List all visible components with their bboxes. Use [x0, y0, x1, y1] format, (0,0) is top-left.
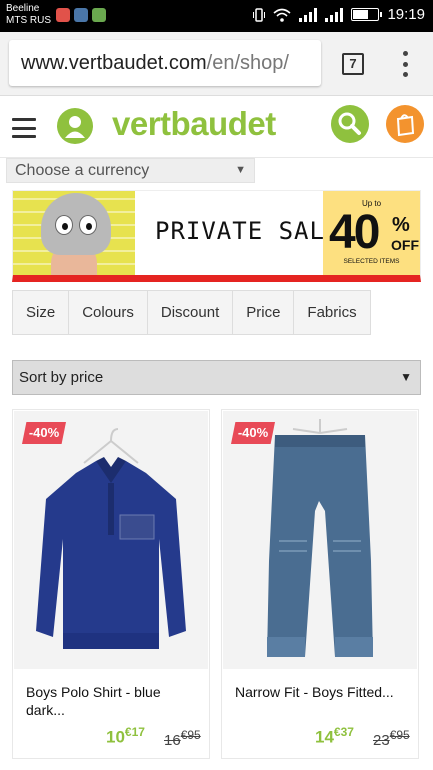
filter-fabrics[interactable]: Fabrics: [294, 291, 369, 334]
discount-badge: -40%: [231, 422, 275, 444]
sort-label: Sort by price: [19, 369, 104, 386]
clock: 19:19: [387, 6, 425, 23]
filter-price[interactable]: Price: [233, 291, 295, 334]
discount-badge: -40%: [22, 422, 66, 444]
promo-value: 40: [329, 206, 380, 259]
banner-photo: [13, 191, 135, 275]
original-price: 23€95: [373, 728, 410, 749]
original-price: 16€95: [164, 728, 201, 749]
carrier-info: Beeline MTS RUS: [6, 3, 51, 27]
battery-icon: [351, 8, 383, 21]
product-card[interactable]: -40% Boys Polo Shirt - blue dark... 10€1…: [12, 409, 210, 759]
wifi-icon: [273, 8, 291, 22]
private-sales-banner[interactable]: PRIVATE SALES Up to 40 % OFF SELECTED IT…: [12, 190, 421, 282]
product-name[interactable]: Boys Polo Shirt - blue dark...: [26, 683, 201, 719]
currency-select[interactable]: Choose a currency ▼: [6, 158, 255, 183]
site-logo[interactable]: vertbaudet: [112, 105, 276, 143]
filter-discount[interactable]: Discount: [148, 291, 234, 334]
promo-off: OFF: [391, 237, 419, 253]
carrier-2: MTS RUS: [6, 15, 51, 26]
status-icons: 19:19: [253, 6, 425, 23]
vibrate-icon: [253, 7, 266, 22]
filter-bar: Size Colours Discount Price Fabrics: [12, 290, 371, 335]
product-card[interactable]: -40% Narrow Fit - Boys Fitted... 14€37 2…: [221, 409, 419, 759]
url-host: www.vertbaudet.com: [21, 51, 207, 74]
sale-price: 10€17: [106, 725, 145, 747]
app-notification-icon: [92, 8, 106, 22]
jeans-image: [267, 419, 373, 657]
currency-label: Choose a currency: [15, 162, 150, 179]
filter-size[interactable]: Size: [13, 291, 70, 334]
sort-select[interactable]: Sort by price ▼: [12, 360, 421, 395]
product-name[interactable]: Narrow Fit - Boys Fitted...: [235, 683, 410, 701]
signal-icon-2: [325, 7, 344, 22]
sale-price: 14€37: [315, 725, 354, 747]
carrier-1: Beeline: [6, 3, 40, 14]
vk-notification-icon: [74, 8, 88, 22]
notification-icons: [56, 8, 106, 22]
chevron-down-icon: ▼: [400, 370, 412, 384]
product-image[interactable]: -40%: [223, 411, 417, 669]
polo-shirt-image: [36, 428, 186, 649]
account-icon[interactable]: [57, 108, 93, 144]
product-image[interactable]: -40%: [14, 411, 208, 669]
site-header: vertbaudet: [0, 96, 433, 158]
mail-notification-icon: [56, 8, 70, 22]
hat-illustration: [41, 193, 111, 255]
hamburger-menu-icon[interactable]: [12, 118, 36, 138]
filter-colours[interactable]: Colours: [69, 291, 148, 334]
browser-menu-icon[interactable]: [398, 51, 412, 77]
chevron-down-icon: ▼: [235, 164, 246, 176]
status-bar: Beeline MTS RUS 19:19: [0, 0, 433, 32]
signal-icon-1: [299, 7, 318, 22]
promo-selected-items: SELECTED ITEMS: [343, 258, 400, 265]
shopping-bag-icon[interactable]: [386, 105, 424, 143]
promo-percent: %: [392, 214, 410, 236]
url-bar[interactable]: www.vertbaudet.com/en/shop/: [9, 40, 321, 86]
browser-toolbar: www.vertbaudet.com/en/shop/ 7: [0, 32, 433, 96]
url-path: /en/shop/: [206, 51, 289, 74]
tabs-button[interactable]: 7: [342, 53, 364, 75]
search-icon[interactable]: [331, 105, 369, 143]
discount-promo: Up to 40 % OFF SELECTED ITEMS: [323, 191, 420, 275]
